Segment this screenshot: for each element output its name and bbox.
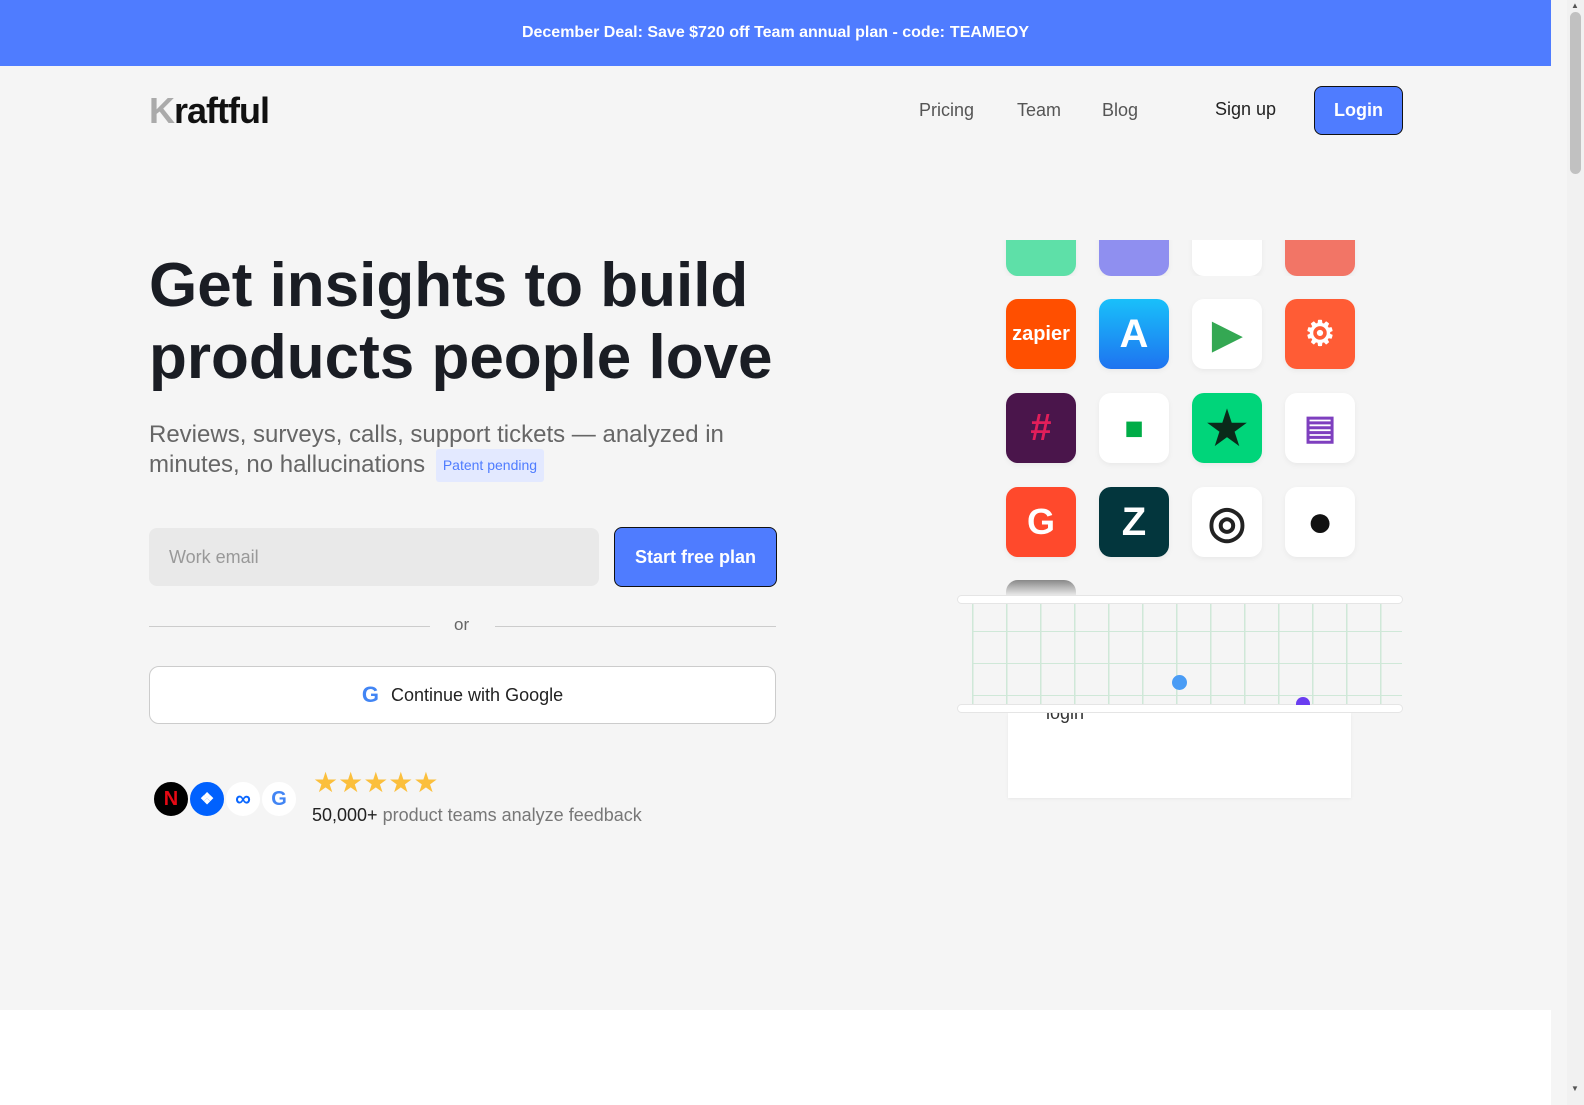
customer-logos: N ❖ ∞ G	[152, 780, 298, 818]
start-free-plan-button[interactable]: Start free plan	[614, 527, 777, 587]
blue-dot	[1172, 675, 1187, 690]
scroll-down-icon[interactable]: ▼	[1571, 1084, 1579, 1093]
app-icon	[1099, 240, 1169, 276]
zendesk-icon: Z	[1099, 487, 1169, 557]
nav-blog[interactable]: Blog	[1102, 100, 1138, 121]
scrollbar-thumb[interactable]	[1570, 12, 1581, 174]
patent-badge: Patent pending	[435, 449, 545, 482]
logo-text: raftful	[174, 90, 270, 131]
hubspot-icon: ⚙	[1285, 299, 1355, 369]
google-play-icon: ▶	[1192, 299, 1262, 369]
kraftful-logo[interactable]: Kraftful	[149, 90, 270, 132]
promo-code: TEAMEOY	[949, 24, 1030, 41]
netflix-icon: N	[152, 780, 190, 818]
divider	[495, 626, 776, 627]
google-forms-icon: ▤	[1285, 393, 1355, 463]
google-logo-icon: G	[260, 780, 298, 818]
trustpilot-star-icon: ★	[1192, 393, 1262, 463]
google-meet-icon: ■	[1099, 393, 1169, 463]
chart-bottom-rail	[957, 704, 1403, 713]
chart-top-rail	[957, 595, 1403, 604]
promo-banner: December Deal: Save $720 off Team annual…	[0, 0, 1551, 66]
g2-icon: G	[1006, 487, 1076, 557]
nav-team[interactable]: Team	[1017, 100, 1061, 121]
hero-subtitle: Reviews, surveys, calls, support tickets…	[149, 420, 789, 482]
google-icon: G	[361, 682, 379, 707]
continue-with-google-button[interactable]: G Continue with Google	[149, 666, 776, 724]
github-icon: ●	[1285, 487, 1355, 557]
proof-count: 50,000+	[312, 805, 378, 825]
login-button[interactable]: Login	[1314, 86, 1403, 135]
meta-icon: ∞	[224, 780, 262, 818]
promo-text: December Deal: Save $720 off Team annual…	[521, 24, 945, 41]
trustpilot-icon	[1006, 240, 1076, 276]
google-button-label: Continue with Google	[391, 684, 564, 705]
scrollbar[interactable]: ▲ ▼	[1567, 0, 1584, 1105]
grid-illustration	[972, 604, 1402, 704]
five-star-rating: ★★★★★	[313, 767, 439, 798]
hero-title: Get insights to build products people lo…	[149, 251, 773, 392]
app-icon	[1285, 240, 1355, 276]
social-proof: 50,000+ product teams analyze feedback	[312, 805, 642, 826]
app-store-icon: A	[1099, 299, 1169, 369]
proof-text: product teams analyze feedback	[382, 805, 642, 825]
divider	[149, 626, 430, 627]
login-card: login	[1008, 703, 1351, 798]
cloud-icon	[1192, 240, 1262, 276]
next-section	[0, 1010, 1551, 1105]
nav-pricing[interactable]: Pricing	[919, 100, 974, 121]
delighted-icon: ◎	[1192, 487, 1262, 557]
or-label: or	[454, 615, 470, 634]
slack-icon: #	[1006, 393, 1076, 463]
signup-link[interactable]: Sign up	[1215, 99, 1276, 120]
purple-dot	[1296, 697, 1310, 705]
faded-top-row	[990, 240, 1370, 276]
logo-k: K	[149, 90, 175, 131]
work-email-input[interactable]	[149, 528, 599, 586]
zapier-icon: zapier	[1006, 299, 1076, 369]
faded-tile	[1006, 580, 1076, 596]
scroll-up-icon[interactable]: ▲	[1571, 1, 1579, 10]
dropbox-icon: ❖	[188, 780, 226, 818]
